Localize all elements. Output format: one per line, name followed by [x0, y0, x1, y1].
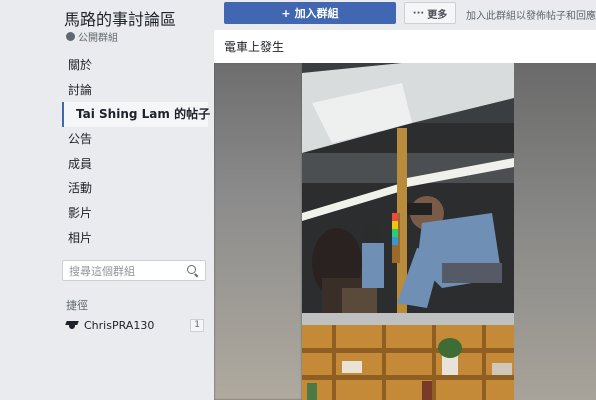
group-privacy: 公開群組	[66, 29, 118, 44]
ellipsis-icon: ···	[412, 7, 425, 19]
video-frame[interactable]	[302, 63, 514, 400]
shortcut-label: ChrisPRA130	[84, 318, 155, 332]
left-sidebar: 馬路的事討論區 公開群組 關於 討論 Tai Shing Lam 的帖子 公告 …	[0, 0, 214, 400]
nav-item-events[interactable]: 活動	[62, 176, 208, 201]
join-hint-text: 加入此群組以發佈帖子和回應	[466, 11, 596, 22]
nav-item-announcements[interactable]: 公告	[62, 127, 208, 152]
join-group-label: 加入群組	[294, 7, 339, 20]
shortcut-item[interactable]: ChrisPRA130 1	[66, 317, 204, 333]
search-icon[interactable]	[187, 264, 199, 277]
nav-item-discussion[interactable]: 討論	[62, 78, 208, 103]
video-blur-right	[514, 63, 596, 400]
more-button[interactable]: ··· 更多	[404, 2, 456, 24]
tram-interior-scene	[302, 63, 514, 400]
nav-item-photos[interactable]: 相片	[62, 226, 208, 251]
globe-icon	[66, 32, 75, 41]
group-search-input[interactable]: 搜尋這個群組	[62, 260, 206, 281]
group-action-bar: + 加入群組 ··· 更多 加入此群組以發佈帖子和回應	[214, 0, 596, 30]
shortcuts-heading: 捷徑	[66, 299, 88, 312]
shortcut-count-badge: 1	[190, 318, 204, 332]
post-text: 電車上發生	[224, 40, 285, 54]
post-card: 電車上發生	[214, 30, 596, 400]
join-group-button[interactable]: + 加入群組	[224, 2, 396, 24]
group-nav: 關於 討論 Tai Shing Lam 的帖子 公告 成員 活動 影片 相片	[62, 53, 210, 251]
more-label: 更多	[427, 9, 448, 21]
search-placeholder: 搜尋這個群組	[69, 264, 135, 278]
post-video[interactable]	[214, 63, 596, 400]
graduation-cap-icon	[66, 320, 78, 330]
nav-item-user-posts[interactable]: Tai Shing Lam 的帖子	[62, 102, 210, 128]
video-blur-left	[214, 63, 302, 400]
group-privacy-label: 公開群組	[78, 33, 118, 44]
group-title[interactable]: 馬路的事討論區	[64, 6, 176, 30]
nav-item-videos[interactable]: 影片	[62, 201, 208, 226]
nav-item-members[interactable]: 成員	[62, 152, 208, 177]
plus-icon: +	[281, 6, 291, 20]
nav-item-about[interactable]: 關於	[62, 53, 208, 78]
